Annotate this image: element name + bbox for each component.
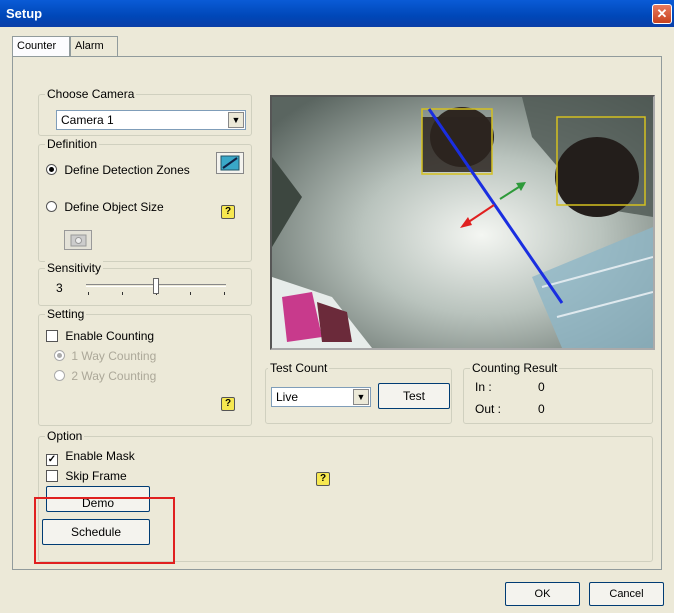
test-button[interactable]: Test — [378, 383, 450, 409]
test-count-legend: Test Count — [268, 361, 330, 375]
tab-counter[interactable]: Counter — [12, 36, 70, 58]
one-way-radio[interactable]: 1 Way Counting — [54, 349, 156, 363]
zone-editor-button[interactable] — [216, 152, 244, 174]
checkbox — [46, 330, 58, 342]
enable-mask-label: Enable Mask — [65, 449, 135, 463]
pencil-icon — [220, 155, 240, 171]
option-legend: Option — [45, 429, 85, 443]
sensitivity-legend: Sensitivity — [45, 261, 104, 275]
camera-icon — [70, 234, 87, 247]
define-size-label: Define Object Size — [64, 200, 164, 214]
define-size-radio[interactable]: Define Object Size — [46, 200, 164, 214]
radio-button — [54, 370, 65, 381]
radio-button — [46, 201, 57, 212]
camera-preview — [270, 95, 655, 350]
checkbox — [46, 470, 58, 482]
in-count: 0 — [538, 380, 545, 394]
counting-result-legend: Counting Result — [470, 361, 560, 375]
enable-mask-checkbox[interactable]: ✓ Enable Mask — [46, 449, 135, 466]
camera-feed-image — [272, 97, 653, 348]
schedule-highlight-box — [34, 497, 175, 564]
one-way-label: 1 Way Counting — [71, 349, 157, 363]
in-label: In : — [475, 380, 492, 394]
sensitivity-slider[interactable] — [86, 278, 226, 300]
window-title: Setup — [6, 6, 43, 21]
test-mode-select[interactable]: Live ▼ — [271, 387, 371, 407]
help-icon[interactable]: ? — [316, 472, 330, 486]
slider-tick — [88, 292, 89, 295]
close-icon: ✕ — [656, 6, 668, 21]
sensitivity-value: 3 — [56, 281, 63, 295]
camera-select-value: Camera 1 — [61, 113, 114, 127]
tab-alarm[interactable]: Alarm — [70, 36, 118, 56]
camera-select[interactable]: Camera 1 ▼ — [56, 110, 246, 130]
help-icon[interactable]: ? — [221, 397, 235, 411]
help-icon[interactable]: ? — [221, 205, 235, 219]
define-zones-label: Define Detection Zones — [64, 163, 190, 177]
test-mode-value: Live — [276, 390, 299, 404]
radio-button — [54, 350, 65, 361]
setting-legend: Setting — [45, 307, 87, 321]
chevron-down-icon: ▼ — [228, 112, 244, 128]
slider-tick — [224, 292, 225, 295]
enable-counting-label: Enable Counting — [65, 329, 155, 343]
slider-tick — [122, 292, 123, 295]
slider-thumb[interactable] — [153, 278, 159, 294]
choose-camera-legend: Choose Camera — [45, 87, 137, 101]
checkbox: ✓ — [46, 454, 58, 466]
out-count: 0 — [538, 402, 545, 416]
two-way-label: 2 Way Counting — [71, 369, 157, 383]
skip-frame-checkbox[interactable]: Skip Frame — [46, 469, 127, 483]
title-bar: Setup ✕ — [0, 0, 674, 27]
cancel-button[interactable]: Cancel — [589, 582, 664, 606]
enable-counting-checkbox[interactable]: Enable Counting — [46, 329, 154, 343]
ok-button[interactable]: OK — [505, 582, 580, 606]
object-size-button[interactable] — [64, 230, 92, 250]
two-way-radio[interactable]: 2 Way Counting — [54, 369, 156, 383]
chevron-down-icon: ▼ — [353, 389, 369, 405]
radio-button — [46, 164, 57, 175]
close-button[interactable]: ✕ — [652, 4, 672, 24]
skip-frame-label: Skip Frame — [65, 469, 127, 483]
definition-legend: Definition — [45, 137, 100, 151]
slider-tick — [190, 292, 191, 295]
define-zones-radio[interactable]: Define Detection Zones — [46, 163, 190, 177]
out-label: Out : — [475, 402, 502, 416]
